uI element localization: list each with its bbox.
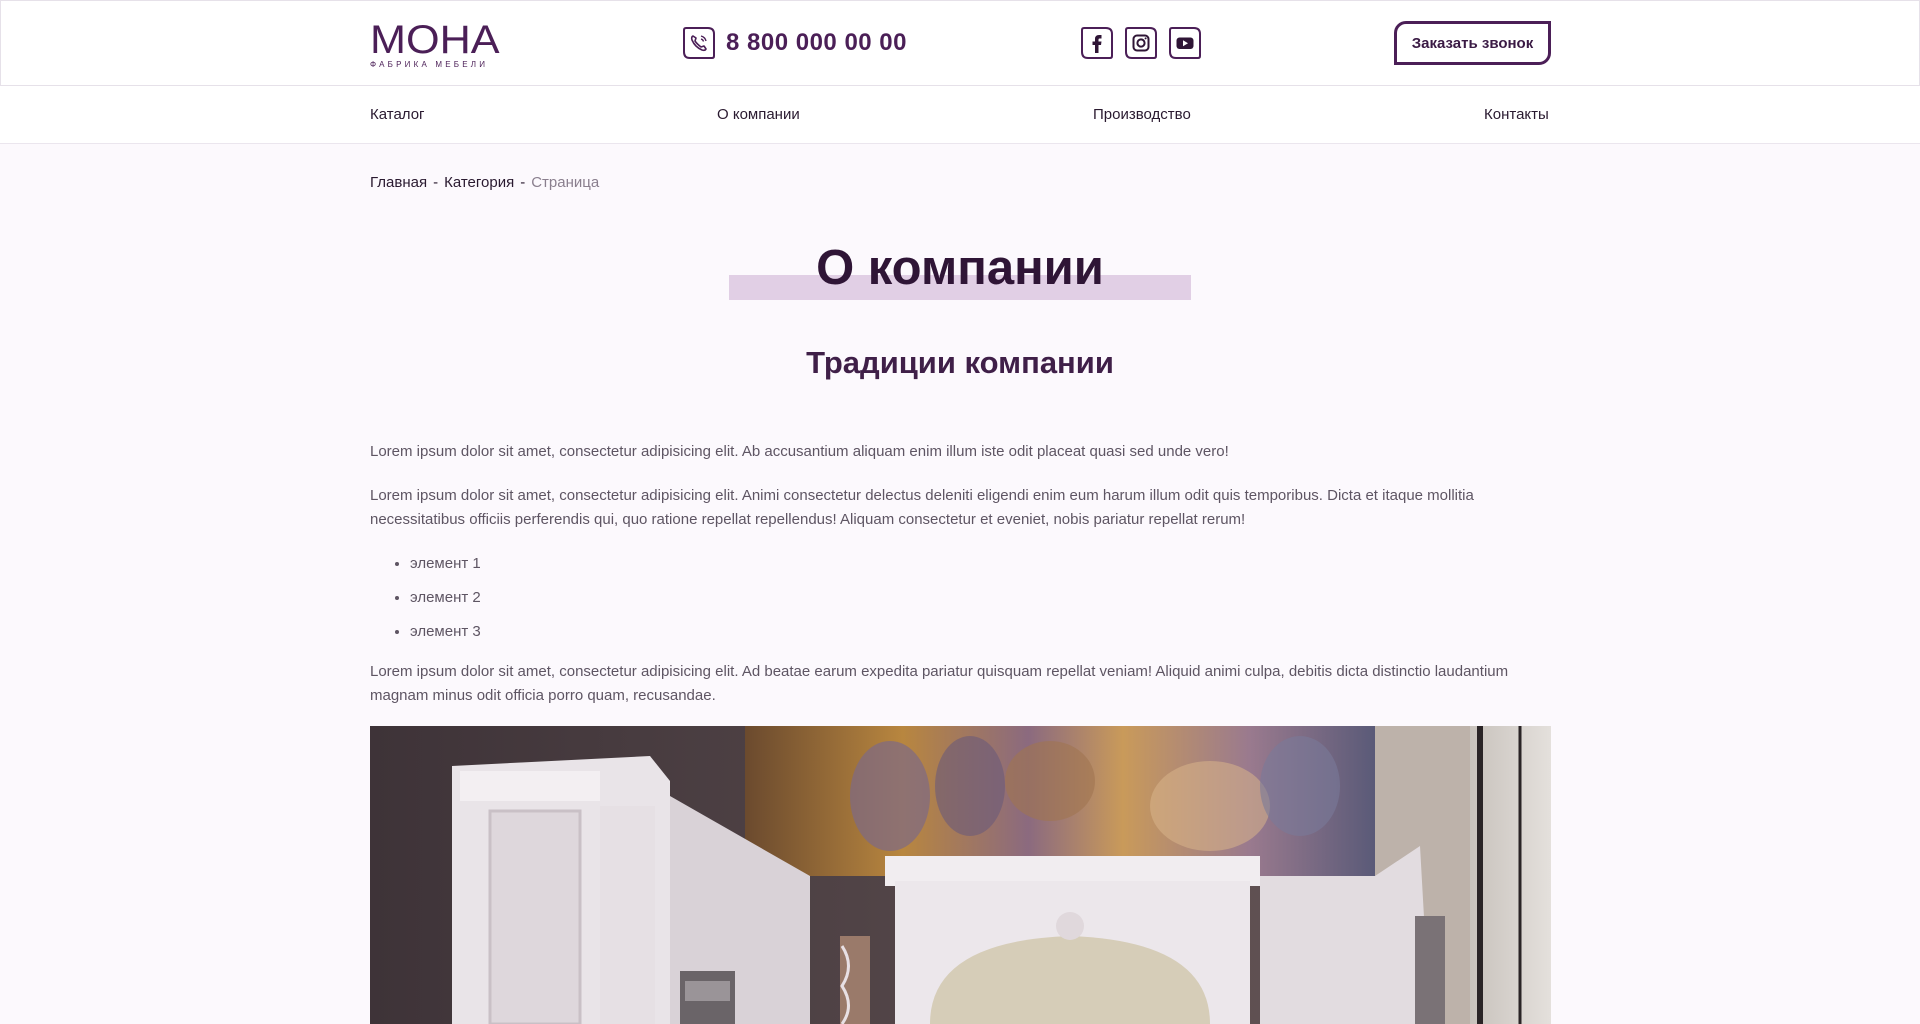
breadcrumb-category[interactable]: Категория — [444, 174, 514, 191]
page-title: О компании — [816, 241, 1104, 295]
breadcrumb-current: Страница — [531, 174, 600, 191]
interior-photo — [370, 726, 1551, 1024]
page-title-block: О компании — [729, 240, 1191, 300]
paragraph: Lorem ipsum dolor sit amet, consectetur … — [370, 663, 1509, 704]
breadcrumb-separator: - — [520, 174, 526, 191]
breadcrumb: Главная - Категория - Страница — [370, 174, 599, 191]
article-content: Lorem ipsum dolor sit amet, consectetur … — [370, 440, 1550, 728]
breadcrumb-home[interactable]: Главная — [370, 174, 427, 191]
phone-icon — [682, 26, 716, 60]
social-links — [1080, 26, 1202, 60]
nav-item-contacts[interactable]: Контакты — [1484, 106, 1549, 123]
brand-logo[interactable]: МОНА ФАБРИКА МЕБЕЛИ — [370, 20, 502, 69]
header-phone[interactable]: 8 800 000 00 00 — [682, 26, 907, 60]
list-item: элемент 2 — [410, 586, 1550, 610]
nav-item-production[interactable]: Производство — [1093, 106, 1191, 123]
logo-wordmark: МОНА — [370, 18, 500, 62]
site-header — [0, 0, 1920, 86]
paragraph: Lorem ipsum dolor sit amet, consectetur … — [370, 443, 1229, 460]
list-item: элемент 3 — [410, 620, 1550, 644]
nav-item-catalog[interactable]: Каталог — [370, 106, 425, 123]
request-call-button[interactable]: Заказать звонок — [1394, 21, 1551, 65]
bullet-list: элемент 1 элемент 2 элемент 3 — [410, 552, 1550, 644]
phone-number: 8 800 000 00 00 — [726, 29, 907, 56]
nav-item-about[interactable]: О компании — [717, 106, 800, 123]
breadcrumb-separator: - — [433, 174, 439, 191]
paragraph: Lorem ipsum dolor sit amet, consectetur … — [370, 487, 1474, 528]
section-subtitle: Традиции компании — [806, 345, 1114, 380]
main-nav: Каталог О компании Производство Контакты — [0, 86, 1920, 144]
facebook-icon[interactable] — [1080, 26, 1114, 60]
list-item: элемент 1 — [410, 552, 1550, 576]
youtube-icon[interactable] — [1168, 26, 1202, 60]
instagram-icon[interactable] — [1124, 26, 1158, 60]
